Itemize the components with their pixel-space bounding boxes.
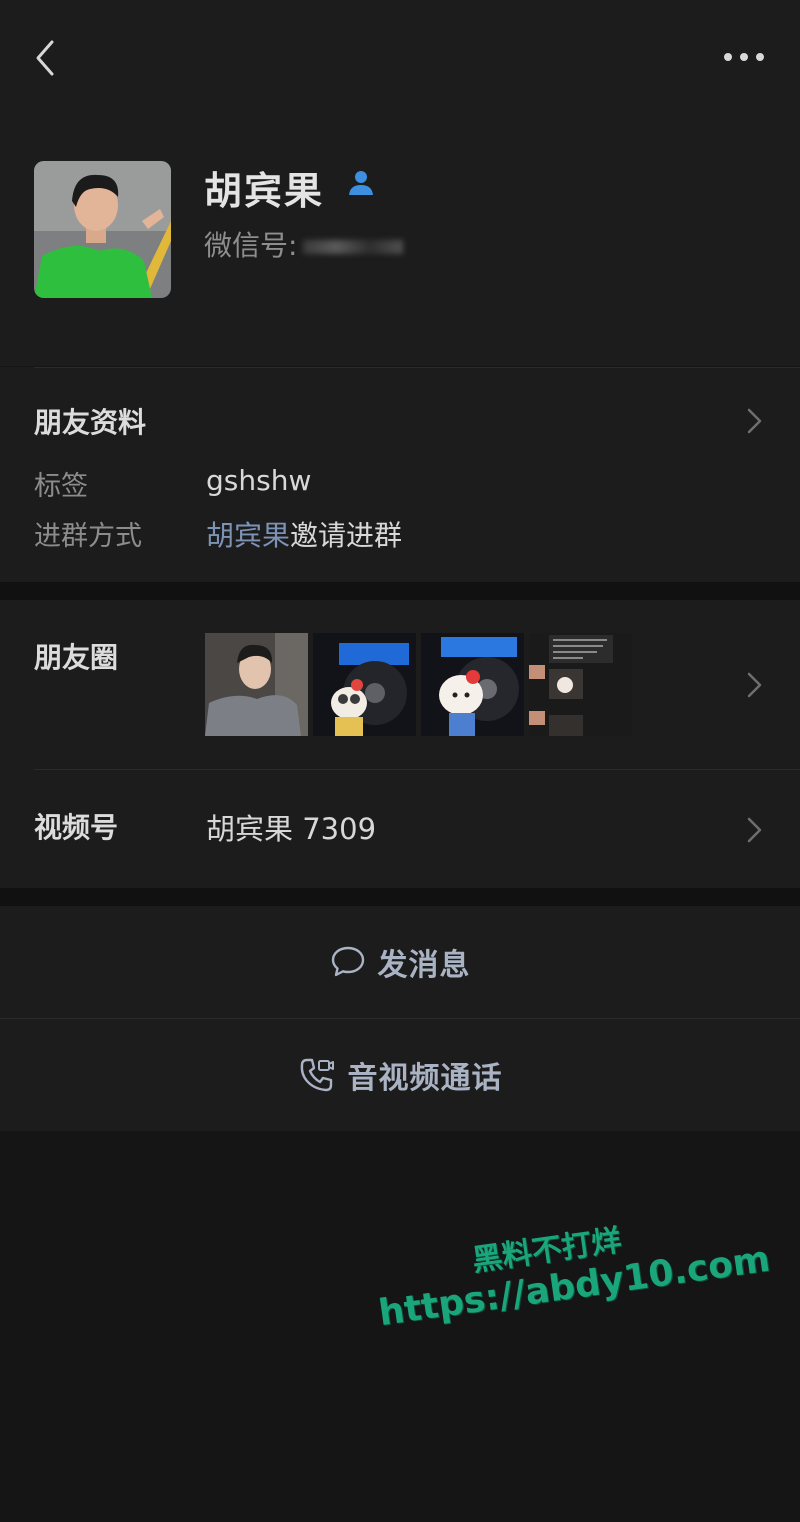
chevron-right-icon	[747, 408, 762, 434]
moments-thumbnails	[205, 633, 632, 736]
friend-info-section[interactable]: 朋友资料 标签 gshshw 进群方式 胡宾果邀请进群	[0, 367, 800, 582]
moments-thumbnail	[421, 633, 524, 736]
back-button[interactable]	[26, 36, 66, 80]
divider	[34, 367, 800, 368]
wechat-id-redacted	[303, 240, 404, 254]
section-gap	[0, 582, 800, 600]
send-message-label: 发消息	[377, 948, 471, 983]
moments-thumbnail	[205, 633, 308, 736]
channels-row[interactable]: 视频号 胡宾果 7309	[0, 770, 800, 888]
friend-info-title: 朋友资料	[34, 406, 147, 439]
phone-video-icon	[300, 1058, 334, 1092]
wechat-id-label: 微信号:	[204, 229, 298, 262]
inviter-link[interactable]: 胡宾果	[206, 519, 290, 552]
more-dots-icon	[724, 53, 764, 61]
video-call-button[interactable]: 音视频通话	[0, 1019, 800, 1131]
channels-value: 胡宾果 7309	[206, 812, 377, 846]
profile-name: 胡宾果	[204, 169, 325, 213]
section-gap	[0, 888, 800, 906]
contact-person-icon	[349, 171, 373, 195]
video-call-label: 音视频通话	[347, 1061, 503, 1096]
tag-value: gshshw	[206, 464, 312, 497]
chevron-right-icon	[747, 672, 762, 698]
moments-row[interactable]: 朋友圈	[0, 600, 800, 770]
chat-bubble-icon	[331, 946, 364, 977]
profile-header: 胡宾果 微信号:	[0, 120, 800, 366]
nav-bar	[0, 0, 800, 120]
chevron-right-icon	[747, 817, 762, 843]
join-method-value: 胡宾果邀请进群	[206, 514, 402, 554]
moments-channels-section: 朋友圈 视频号 胡宾果 7309	[0, 600, 800, 888]
channels-label: 视频号	[34, 811, 119, 844]
moments-thumbnail	[529, 633, 632, 736]
join-method-text: 邀请进群	[290, 519, 403, 552]
wechat-id: 微信号:	[204, 224, 404, 264]
moments-label: 朋友圈	[34, 641, 119, 674]
join-method-label: 进群方式	[34, 521, 142, 552]
more-button[interactable]	[720, 40, 770, 74]
moments-thumbnail	[313, 633, 416, 736]
chevron-left-icon	[36, 40, 54, 76]
avatar[interactable]	[34, 161, 171, 298]
send-message-button[interactable]: 发消息	[0, 906, 800, 1018]
tag-label: 标签	[34, 471, 88, 502]
